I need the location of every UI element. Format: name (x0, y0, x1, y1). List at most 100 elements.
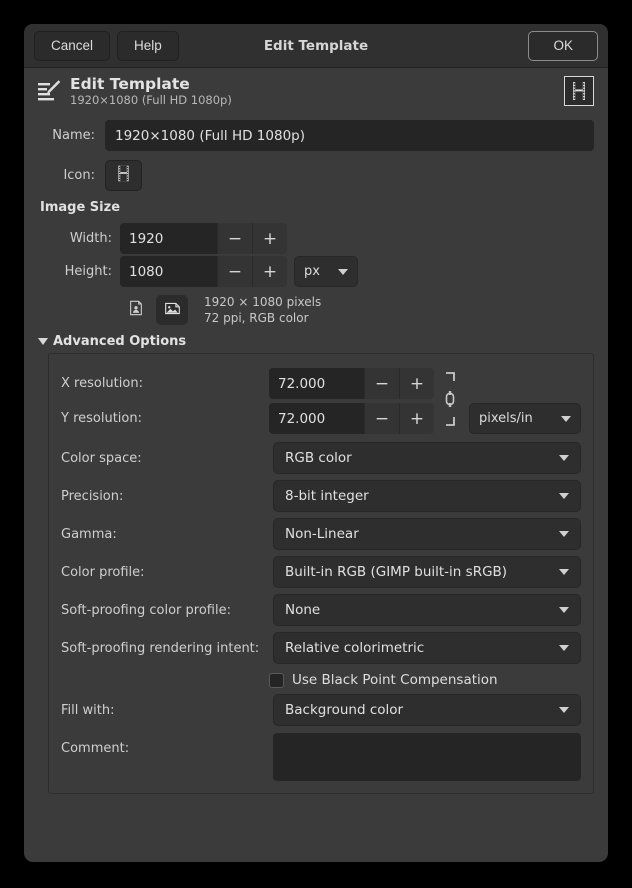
advanced-options-frame: X resolution: Y resolution: − + (48, 353, 594, 794)
y-resolution-increment-button[interactable]: + (399, 403, 434, 434)
dialog-headerbar: Cancel Help Edit Template OK (24, 24, 608, 68)
film-strip-icon (114, 164, 133, 187)
black-point-compensation-row: Use Black Point Compensation (61, 672, 581, 688)
soft-proofing-profile-label: Soft-proofing color profile: (61, 603, 269, 618)
resolution-unit-dropdown[interactable]: pixels/in (469, 403, 581, 434)
chevron-down-icon (559, 645, 569, 651)
width-label: Width: (38, 231, 112, 246)
soft-proofing-profile-dropdown[interactable]: None (273, 594, 581, 626)
soft-proofing-intent-dropdown[interactable]: Relative colorimetric (273, 632, 581, 664)
y-resolution-spinner: − + (269, 403, 434, 434)
width-row: Width: − + (38, 223, 594, 254)
gamma-value: Non-Linear (285, 526, 359, 542)
fill-with-row: Fill with: Background color (61, 694, 581, 726)
height-spinner: − + (120, 256, 287, 287)
width-input[interactable] (120, 223, 217, 254)
image-size-heading: Image Size (40, 200, 594, 215)
triangle-down-icon (38, 338, 48, 345)
black-point-compensation-label[interactable]: Use Black Point Compensation (292, 672, 498, 688)
size-unit-value: px (304, 264, 320, 279)
color-profile-dropdown[interactable]: Built-in RGB (GIMP built-in sRGB) (273, 556, 581, 588)
width-spinner: − + (120, 223, 287, 254)
fill-with-value: Background color (285, 702, 403, 718)
soft-proofing-profile-row: Soft-proofing color profile: None (61, 594, 581, 626)
help-button[interactable]: Help (117, 31, 179, 61)
dialog-title-strip: Edit Template 1920×1080 (Full HD 1080p) (24, 68, 608, 114)
x-resolution-label: X resolution: (61, 366, 269, 401)
height-label: Height: (38, 264, 112, 279)
x-resolution-decrement-button[interactable]: − (364, 368, 399, 399)
advanced-options-label: Advanced Options (53, 334, 186, 349)
precision-dropdown[interactable]: 8-bit integer (273, 480, 581, 512)
landscape-orientation-icon (164, 300, 181, 321)
portrait-orientation-icon (128, 300, 144, 320)
chevron-down-icon (338, 269, 348, 275)
precision-label: Precision: (61, 489, 269, 504)
width-increment-button[interactable]: + (252, 223, 287, 254)
fill-with-dropdown[interactable]: Background color (273, 694, 581, 726)
gamma-label: Gamma: (61, 527, 269, 542)
soft-proofing-intent-value: Relative colorimetric (285, 640, 424, 656)
comment-row: Comment: (61, 733, 581, 781)
fill-with-label: Fill with: (61, 703, 269, 718)
chevron-down-icon (561, 416, 571, 422)
y-resolution-decrement-button[interactable]: − (364, 403, 399, 434)
soft-proofing-intent-row: Soft-proofing rendering intent: Relative… (61, 632, 581, 664)
soft-proofing-profile-value: None (285, 602, 320, 618)
page-subtitle: 1920×1080 (Full HD 1080p) (70, 93, 232, 108)
size-unit-dropdown[interactable]: px (294, 256, 358, 287)
edit-template-pencil-icon (36, 78, 62, 104)
advanced-options-expander[interactable]: Advanced Options (38, 334, 594, 349)
chevron-down-icon (559, 707, 569, 713)
height-increment-button[interactable]: + (252, 256, 287, 287)
height-decrement-button[interactable]: − (217, 256, 252, 287)
edit-template-dialog: Cancel Help Edit Template OK Edit Templa… (24, 24, 608, 862)
gamma-dropdown[interactable]: Non-Linear (273, 518, 581, 550)
x-resolution-increment-button[interactable]: + (399, 368, 434, 399)
name-row: Name: (38, 120, 594, 151)
color-profile-label: Color profile: (61, 565, 269, 580)
image-size-info-line1: 1920 × 1080 pixels (204, 294, 321, 310)
resolution-spinners: − + − + (269, 366, 434, 436)
resolution-labels: X resolution: Y resolution: (61, 366, 269, 436)
y-resolution-label: Y resolution: (61, 401, 269, 436)
x-resolution-spinner: − + (269, 368, 434, 399)
icon-picker-button[interactable] (105, 160, 142, 191)
color-space-dropdown[interactable]: RGB color (273, 442, 581, 474)
comment-textarea[interactable] (273, 733, 581, 781)
x-resolution-input[interactable] (269, 368, 364, 399)
chain-linked-icon (442, 367, 458, 435)
title-text-block: Edit Template 1920×1080 (Full HD 1080p) (70, 75, 232, 108)
black-point-compensation-checkbox[interactable] (269, 673, 284, 688)
y-resolution-input[interactable] (269, 403, 364, 434)
dialog-body: Name: Icon: (24, 114, 608, 862)
cancel-button[interactable]: Cancel (34, 31, 110, 61)
chevron-down-icon (559, 607, 569, 613)
soft-proofing-intent-label: Soft-proofing rendering intent: (61, 641, 269, 656)
orientation-and-info-row: 1920 × 1080 pixels 72 ppi, RGB color (38, 294, 594, 326)
ok-button[interactable]: OK (528, 31, 598, 61)
portrait-orientation-button[interactable] (120, 295, 152, 325)
resolution-chain-toggle[interactable] (442, 366, 458, 436)
name-input[interactable] (105, 120, 594, 151)
resolution-unit-value: pixels/in (479, 411, 533, 426)
resolution-block: X resolution: Y resolution: − + (61, 366, 581, 436)
landscape-orientation-button[interactable] (156, 295, 188, 325)
color-space-value: RGB color (285, 450, 352, 466)
color-space-label: Color space: (61, 451, 269, 466)
precision-row: Precision: 8-bit integer (61, 480, 581, 512)
image-size-info: 1920 × 1080 pixels 72 ppi, RGB color (204, 294, 321, 326)
color-space-row: Color space: RGB color (61, 442, 581, 474)
width-decrement-button[interactable]: − (217, 223, 252, 254)
image-size-info-line2: 72 ppi, RGB color (204, 310, 321, 326)
page-title: Edit Template (70, 75, 232, 93)
dialog-title: Edit Template (24, 38, 608, 54)
icon-label: Icon: (38, 168, 95, 183)
chevron-down-icon (559, 493, 569, 499)
x-resolution-row: − + (269, 366, 434, 401)
chevron-down-icon (559, 531, 569, 537)
color-profile-row: Color profile: Built-in RGB (GIMP built-… (61, 556, 581, 588)
y-resolution-row: − + (269, 401, 434, 436)
height-input[interactable] (120, 256, 217, 287)
chevron-down-icon (559, 455, 569, 461)
